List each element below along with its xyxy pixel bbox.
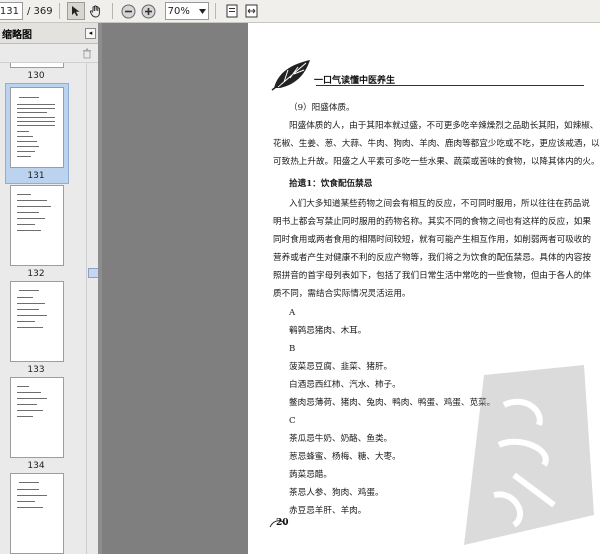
fit-page-icon: [226, 4, 238, 18]
thumbnail-label: 131: [27, 171, 45, 181]
zoom-out-button[interactable]: [120, 2, 138, 20]
thumbnail-page: [10, 473, 64, 554]
line-13: 鹌鹑忌猪肉、木耳。: [289, 326, 367, 336]
hand-tool-button[interactable]: [87, 2, 105, 20]
thumbnail-label: 130: [27, 71, 45, 81]
line-20: 葱忌蜂蜜、杨梅、糖、大枣。: [289, 452, 401, 462]
line-6: 入们大多知道某些药物之间会有相互的反应，不可同时服用，所以往往在药品说: [289, 199, 590, 209]
thumbnail-panel: 缩略图 ◂ 130 131 132 133 134: [0, 23, 99, 554]
line-2: 阳盛体质的人，由于其阳本就过盛，不可更多吃辛辣燥烈之品助长其阳，如辣椒、: [289, 121, 599, 131]
zoom-in-button[interactable]: [140, 2, 158, 20]
thumbnail-label: 132: [27, 269, 45, 279]
thumbnail-page: [10, 377, 64, 458]
svg-text:PDG: PDG: [552, 524, 578, 538]
panel-splitter[interactable]: [98, 23, 102, 554]
letter-a: A: [289, 308, 296, 318]
leaf-logo-icon: [271, 60, 310, 91]
fit-width-icon: [245, 4, 258, 18]
select-tool-button[interactable]: [66, 2, 85, 20]
toolbar: 131 / 369 70%: [0, 0, 600, 23]
toolbar-divider: [111, 3, 113, 19]
line-1: （9）阳盛体质。: [289, 103, 355, 113]
toolbar-divider: [58, 3, 60, 19]
fit-page-button[interactable]: [223, 2, 241, 20]
line-9: 营养或者产生对健康不利的反应产物等，我们将之为饮食的配伍禁忌。具体的内容按: [273, 253, 591, 263]
header-rule: [316, 85, 584, 86]
thumbnail-page: [10, 87, 64, 168]
total-pages-label: / 369: [27, 5, 53, 17]
chevron-down-icon: [198, 8, 206, 14]
zoom-out-icon: [121, 4, 136, 18]
cursor-icon: [71, 6, 80, 16]
line-8: 同时食用或两者食用的相隔时间较短，就有可能产生相互作用，如削弱两者可吸收的: [273, 235, 591, 245]
line-22: 茶忌人参、狗肉、鸡蛋。: [289, 488, 384, 498]
letter-b: B: [289, 344, 296, 354]
line-10: 照拼音的首字母列表如下，包括了我们日常生活中常吃的一些食物，但由于各人的体: [273, 271, 591, 281]
zoom-value: 70%: [167, 5, 190, 17]
panel-header: 缩略图 ◂: [0, 23, 98, 44]
section-heading: 拾遗1：饮食配伍禁忌: [289, 179, 373, 189]
line-19: 茶瓜忌牛奶、奶酪、鱼类。: [289, 434, 393, 444]
page-number: 20: [276, 518, 289, 528]
hand-icon: [90, 4, 100, 17]
line-4: 可致热上升故。阳盛之人平素可多吃一些水果、蔬菜或苦味的食物，以降其体内的火。: [273, 157, 600, 167]
line-3: 花椒、生姜、葱、大蒜、牛肉、狗肉、羊肉、鹿肉等都宜少吃或不吃，更应该戒酒，以其: [273, 139, 600, 149]
thumbnail-list: 130 131 132 133 134: [0, 63, 86, 554]
pdg-watermark-stamp: PDG: [464, 365, 594, 545]
zoom-in-icon: [141, 4, 156, 18]
toolbar-divider: [214, 3, 216, 19]
line-16: 白酒忌西红柿、汽水、柿子。: [289, 380, 401, 390]
line-15: 菠菜忌豆腐、韭菜、猪肝。: [289, 362, 393, 372]
fit-width-button[interactable]: [243, 2, 261, 20]
letter-c: C: [289, 416, 296, 426]
pdf-page: 一口气读懂中医养生 （9）阳盛体质。 阳盛体质的人，由于其阳本就过盛，不可更多吃…: [248, 23, 600, 554]
panel-title: 缩略图: [2, 29, 32, 41]
thumbnail-label: 133: [27, 365, 45, 375]
thumbnail-label: 134: [27, 461, 45, 471]
thumbnail-scrollbar[interactable]: [86, 63, 99, 554]
line-7: 明书上都会写禁止同时服用的药物名称。其实不同的食物之间也有这样的反应，如果: [273, 217, 591, 227]
zoom-select[interactable]: 70%: [164, 2, 209, 20]
panel-toolbar: [0, 44, 98, 63]
line-21: 蒟菜忌醋。: [289, 470, 332, 480]
thumbnail-page: [10, 63, 64, 68]
current-page-value: 131: [0, 5, 19, 17]
thumbnail-page: [10, 185, 64, 266]
trash-icon[interactable]: [82, 48, 92, 59]
line-11: 质不同，需结合实际情况灵活运用。: [273, 289, 411, 299]
panel-options-button[interactable]: ◂: [85, 27, 96, 39]
page-number-input[interactable]: 131: [0, 2, 23, 20]
thumbnail-page: [10, 281, 64, 362]
